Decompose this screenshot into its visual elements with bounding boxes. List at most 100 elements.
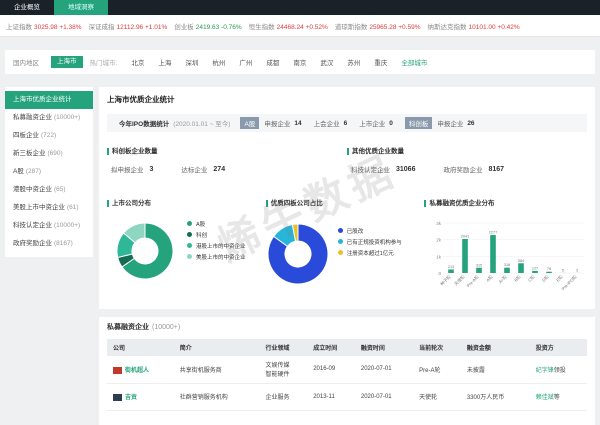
main-panel: 上海市优质企业统计 今年IPO数据统计 (2020.01.01 ~ 至今) A股… <box>99 87 595 309</box>
sidebar-item[interactable]: 港股中资企业 (65) <box>5 181 93 199</box>
ticker-change: -0.76% <box>221 23 242 31</box>
ticker-change: +0.59% <box>398 23 421 31</box>
bar[interactable] <box>462 238 469 273</box>
tab-overview[interactable]: 企业概览 <box>0 0 54 15</box>
bar[interactable] <box>518 263 525 273</box>
city-link[interactable]: 杭州 <box>205 57 232 67</box>
y-tick-label: 2k <box>437 238 443 243</box>
cell-round: 天使轮 <box>413 383 461 411</box>
cell-round: Pre-A轮 <box>413 356 461 384</box>
bar-value-label: 584 <box>518 259 524 263</box>
sidebar-item-count: (10000+) <box>54 114 81 121</box>
legend-swatch <box>337 228 343 233</box>
city-link[interactable]: 南京 <box>286 57 313 67</box>
region-filter-bar: 国内地区 上海市 热门城市: 北京 上海 深圳 杭州 广州 成都 南京 武汉 苏州 重庆 全部城市 <box>5 50 595 74</box>
kcb-count-card: 科创板企业数量 拟申报企业 3 达标企业 274 <box>107 148 327 180</box>
investor-cell: 纪字锋领投 <box>529 356 587 384</box>
listed-legend: A股科创 港股上市的中资企业 美股上市的中资企业 <box>187 218 246 262</box>
city-link[interactable]: 上海 <box>151 57 178 67</box>
ticker-item[interactable]: 道琼斯指数 25965.28 +0.59% <box>335 21 421 31</box>
legend-swatch <box>187 221 192 226</box>
sidebar-item-label: 港股中资企业 <box>13 186 52 193</box>
ticker-item[interactable]: 纳斯达克指数 10101.00 +0.42% <box>428 21 520 31</box>
sidebar-item-label: A股 <box>13 168 24 175</box>
city-link[interactable]: 成都 <box>259 57 286 67</box>
x-tick-label: Pre-A轮 <box>465 273 481 289</box>
sidebar-item[interactable]: 政府奖励企业 (8167) <box>5 235 93 253</box>
page-title: 上海市优质企业统计 <box>107 95 175 104</box>
table-title-text: 私募融资企业 <box>107 324 149 331</box>
tab-region[interactable]: 地域洞察 <box>54 0 108 15</box>
city-link[interactable]: 苏州 <box>340 57 367 67</box>
ticker-name: 道琼斯指数 <box>334 23 368 31</box>
legend-item[interactable]: 已股改 <box>337 225 402 236</box>
legend-item[interactable]: 注册资本超过1亿元 <box>337 247 402 258</box>
x-tick-label: C轮 <box>527 273 538 284</box>
stat-label: 科技认定企业 <box>351 167 390 174</box>
ipo-value: 6 <box>343 119 348 127</box>
sidebar-item[interactable]: 私募融资企业 (10000+) <box>5 109 93 127</box>
sidebar-item[interactable]: 上海市优质企业统计 <box>5 91 93 109</box>
bar[interactable] <box>448 269 455 273</box>
bar[interactable] <box>504 267 511 273</box>
stat-value: 274 <box>213 165 226 173</box>
city-link[interactable]: 深圳 <box>178 57 205 67</box>
ticker-item[interactable]: 创业板 2419.63 -0.76% <box>174 21 241 31</box>
bar-value-label: 315 <box>476 263 482 267</box>
legend-item[interactable]: A股 <box>187 218 246 229</box>
investor-link[interactable]: 赖佳斌 <box>536 395 554 401</box>
sidebar-item-count: (722) <box>41 132 57 139</box>
company-link[interactable]: 街机超人 <box>125 368 149 374</box>
ticker-item[interactable]: 恒生指数 24468.24 +0.52% <box>249 21 328 31</box>
sidebar-item-label: 私募融资企业 <box>13 114 52 121</box>
column-header: 简介 <box>173 339 260 356</box>
investor-link[interactable]: 纪字锋 <box>536 368 554 374</box>
legend-item[interactable]: 美股上市的中资企业 <box>187 251 246 262</box>
company-link[interactable]: 吉贡 <box>125 395 137 401</box>
chart-title: 优质四板公司占比 <box>265 200 417 207</box>
investor-suffix: 等 <box>553 395 560 401</box>
ticker-change: +1.38% <box>59 23 82 31</box>
sidebar-item[interactable]: A股 (287) <box>5 163 93 181</box>
bar[interactable] <box>546 271 553 273</box>
legend-item[interactable]: 港股上市的中资企业 <box>187 240 246 251</box>
sidebar-item-count: (61) <box>67 204 79 211</box>
all-cities-link[interactable]: 全部城市 <box>394 57 434 67</box>
stat-value: 8167 <box>488 165 505 173</box>
city-selected[interactable]: 上海市 <box>51 56 83 68</box>
bar[interactable] <box>532 270 539 273</box>
city-link[interactable]: 北京 <box>124 57 151 67</box>
city-link[interactable]: 广州 <box>232 57 259 67</box>
company-logo <box>113 366 122 374</box>
section-title: 科创板企业数量 <box>107 148 327 155</box>
cell-amount: 3300万人民币 <box>460 383 530 411</box>
ticker-item[interactable]: 深证成指 12112.96 +1.01% <box>89 21 168 31</box>
ticker-value: 25965.28 <box>369 23 397 31</box>
ticker-item[interactable]: 上证指数 3025.98 +1.38% <box>6 21 82 31</box>
legend-item[interactable]: 科创 <box>187 229 246 240</box>
legend-label: A股 <box>196 221 206 228</box>
sidebar-item[interactable]: 四板企业 (722) <box>5 127 93 145</box>
sidebar-item-count: (8167) <box>54 240 73 247</box>
table-row[interactable]: 吉贡 社群营销服务机构 企业服务 2013-11 2020-07-01 天使轮 3300万人… <box>107 383 587 411</box>
ipo-value: 0 <box>389 119 393 127</box>
city-link[interactable]: 重庆 <box>367 57 394 67</box>
top-nav-bar: 企业概览 地域洞察 <box>0 0 600 15</box>
bar[interactable] <box>490 235 497 273</box>
sidebar-item[interactable]: 新三板企业 (690) <box>5 145 93 163</box>
company-logo <box>113 393 122 401</box>
stat-value: 3 <box>149 165 154 173</box>
stat-label: 政府奖励企业 <box>443 167 483 174</box>
y-tick-label: 1k <box>437 254 443 259</box>
ticker-change: +0.52% <box>305 23 328 31</box>
legend-label: 科创 <box>196 232 208 239</box>
legend-item[interactable]: 已有正规投资机构参与 <box>337 236 402 247</box>
ipo-label: 上市企业 <box>359 121 386 128</box>
bar[interactable] <box>476 267 483 273</box>
column-header: 成立时间 <box>307 339 355 356</box>
chart-title: 私募融资优质企业分布 <box>424 200 587 207</box>
table-row[interactable]: 街机超人 共享街机服务商 文娱传媒 智能硬件 2016-09 2020-07-01 Pre… <box>107 356 587 384</box>
sidebar-item[interactable]: 科技认定企业 (10000+) <box>5 217 93 235</box>
sidebar-item[interactable]: 美股上市中资企业 (61) <box>5 199 93 217</box>
city-link[interactable]: 武汉 <box>313 57 340 67</box>
